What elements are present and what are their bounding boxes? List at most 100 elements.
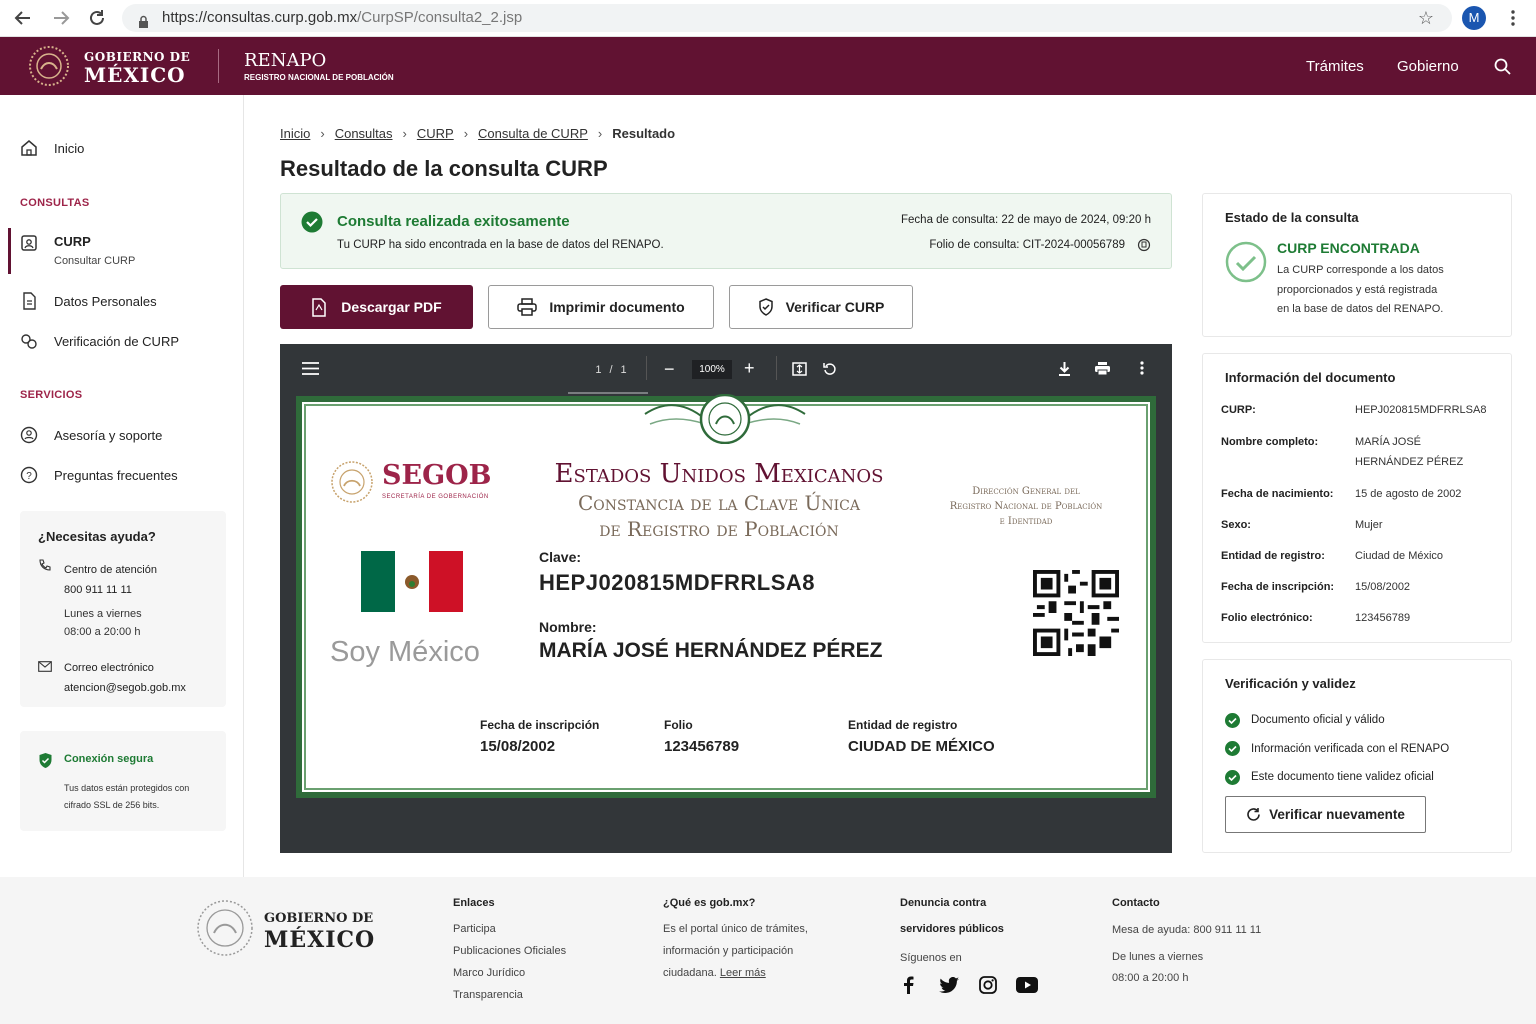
sidebar-item-label: Preguntas frecuentes	[54, 467, 178, 483]
instagram-icon[interactable]	[979, 976, 997, 999]
consultation-date: Fecha de consulta: 22 de mayo de 2024, 0…	[901, 214, 1151, 226]
site-header: GOBIERNO DE MÉXICO RENAPO REGISTRO NACIO…	[0, 37, 1536, 95]
footer-link-marco[interactable]: Marco Jurídico	[453, 962, 566, 984]
nombre-label: Nombre:	[539, 619, 597, 635]
shield-check-icon	[38, 752, 53, 774]
copy-icon[interactable]	[1137, 238, 1151, 257]
download-icon[interactable]	[1058, 361, 1071, 381]
phone-icon	[38, 559, 52, 578]
avatar[interactable]: M	[1462, 6, 1486, 30]
rotate-icon[interactable]	[823, 362, 837, 381]
check-circle-outline-icon	[1225, 241, 1267, 288]
breadcrumb-inicio[interactable]: Inicio	[280, 126, 310, 141]
estado-status: CURP ENCONTRADA	[1277, 240, 1420, 256]
active-indicator	[8, 228, 11, 274]
gob-line2: MÉXICO	[84, 63, 186, 87]
reload-icon[interactable]	[87, 8, 107, 28]
validez-item: Este documento tiene validez oficial	[1225, 763, 1449, 792]
home-icon	[21, 140, 37, 156]
print-icon[interactable]	[1094, 361, 1111, 381]
sidebar: Inicio CONSULTAS CURP Consultar CURP Dat…	[0, 95, 244, 877]
sidebar-item-inicio[interactable]: Inicio	[20, 139, 84, 157]
qr-code-icon	[1032, 570, 1120, 661]
dg-line2: Registro Nacional de Población	[949, 501, 1103, 512]
zoom-out-icon[interactable]: −	[664, 359, 675, 380]
page-indicator[interactable]: 1 / 1	[586, 360, 636, 380]
breadcrumb-curp[interactable]: CURP	[417, 126, 454, 141]
denuncia-line1[interactable]: Denuncia contra	[900, 897, 986, 909]
lock-icon	[138, 11, 149, 39]
segob-seal-icon	[330, 460, 374, 509]
doc-title-1: Estados Unidos Mexicanos	[554, 459, 884, 489]
forward-icon[interactable]	[51, 8, 71, 28]
total-pages: 1	[620, 364, 627, 376]
support-icon	[20, 426, 38, 444]
menu-dots-icon[interactable]	[1503, 8, 1523, 28]
download-pdf-button[interactable]: Descargar PDF	[280, 285, 473, 329]
hamburger-icon[interactable]	[302, 362, 319, 380]
sidebar-item-asesoria[interactable]: Asesoría y soporte	[20, 426, 162, 444]
help-title: ¿Necesitas ayuda?	[38, 529, 156, 544]
fecha-label: Fecha de inscripción	[480, 718, 600, 732]
secure-box: Conexión segura Tus datos están protegid…	[20, 731, 226, 831]
nav-tramites[interactable]: Trámites	[1306, 58, 1364, 75]
page-sep: /	[609, 364, 613, 376]
footer-link-publicaciones[interactable]: Publicaciones Oficiales	[453, 940, 566, 962]
twitter-icon[interactable]	[939, 977, 959, 998]
check-circle-icon	[301, 211, 323, 238]
footer-link-transparencia[interactable]: Transparencia	[453, 984, 566, 1006]
entidad-value: CIUDAD DE MÉXICO	[848, 738, 995, 755]
footer-gob-line1: GOBIERNO DE	[264, 911, 374, 926]
info-value: Mujer	[1355, 519, 1383, 531]
escudo-logo-icon[interactable]	[26, 45, 72, 87]
consultation-folio: Folio de consulta: CIT-2024-00056789	[929, 239, 1125, 251]
print-button[interactable]: Imprimir documento	[488, 285, 714, 329]
validez-item: Información verificada con el RENAPO	[1225, 735, 1449, 764]
estado-line1: La CURP corresponde a los datos	[1277, 264, 1444, 276]
back-icon[interactable]	[13, 8, 33, 28]
leer-mas-link[interactable]: Leer más	[720, 967, 766, 979]
nav-gobierno[interactable]: Gobierno	[1397, 58, 1459, 75]
pdf-icon	[312, 297, 327, 317]
verify-again-button[interactable]: Verificar nuevamente	[1225, 796, 1426, 833]
star-icon[interactable]: ☆	[1418, 4, 1434, 32]
clave-value: HEPJ020815MDFRRLSA8	[539, 570, 816, 595]
sidebar-item-curp[interactable]: CURP Consultar CURP	[20, 234, 135, 267]
folio-value: CIT-2024-00056789	[1022, 239, 1125, 251]
help-email[interactable]: atencion@segob.gob.mx	[64, 678, 186, 698]
dg-line3: e Identidad	[999, 516, 1053, 527]
sidebar-item-verificacion[interactable]: Verificación de CURP	[20, 332, 179, 350]
more-options-icon[interactable]	[1140, 361, 1144, 380]
footer-link-participa[interactable]: Participa	[453, 918, 566, 940]
question-icon: ?	[20, 466, 38, 484]
validez-item: Documento oficial y válido	[1225, 706, 1449, 735]
sidebar-item-label: Verificación de CURP	[54, 333, 179, 349]
breadcrumb-consultas[interactable]: Consultas	[335, 126, 393, 141]
escudo-footer-icon	[196, 899, 254, 962]
info-value: 15/08/2002	[1355, 581, 1411, 593]
chevron-right-icon: ›	[402, 126, 407, 141]
info-value: 15 de agosto de 2002	[1355, 488, 1462, 500]
facebook-icon[interactable]	[903, 976, 914, 999]
help-center-label: Centro de atención	[64, 564, 157, 576]
fit-page-icon[interactable]	[792, 362, 807, 381]
address-bar[interactable]: https://consultas.curp.gob.mx/CurpSP/con…	[122, 4, 1452, 32]
info-key: CURP:	[1221, 404, 1256, 416]
help-center-phone[interactable]: 800 911 11 11	[64, 580, 157, 600]
help-email-label: Correo electrónico	[64, 662, 154, 674]
breadcrumb-consulta-curp[interactable]: Consulta de CURP	[478, 126, 588, 141]
secure-line1: Tus datos están protegidos con	[64, 783, 190, 793]
youtube-icon[interactable]	[1016, 977, 1038, 998]
soy-mexico-text: Soy México	[330, 636, 480, 668]
search-icon[interactable]	[1494, 58, 1511, 80]
zoom-in-icon[interactable]: +	[744, 358, 755, 379]
estado-panel: Estado de la consulta CURP ENCONTRADA La…	[1202, 193, 1512, 337]
zoom-level[interactable]: 100%	[692, 360, 732, 379]
sidebar-item-datos[interactable]: Datos Personales	[20, 292, 157, 310]
sidebar-item-preguntas[interactable]: ? Preguntas frecuentes	[20, 466, 178, 484]
verify-curp-button[interactable]: Verificar CURP	[729, 285, 913, 329]
consultas-heading: CONSULTAS	[20, 197, 90, 209]
dg-line1: Dirección General del	[972, 486, 1080, 497]
denuncia-line2[interactable]: servidores públicos	[900, 923, 1004, 935]
que-line2: información y participación	[663, 945, 794, 957]
